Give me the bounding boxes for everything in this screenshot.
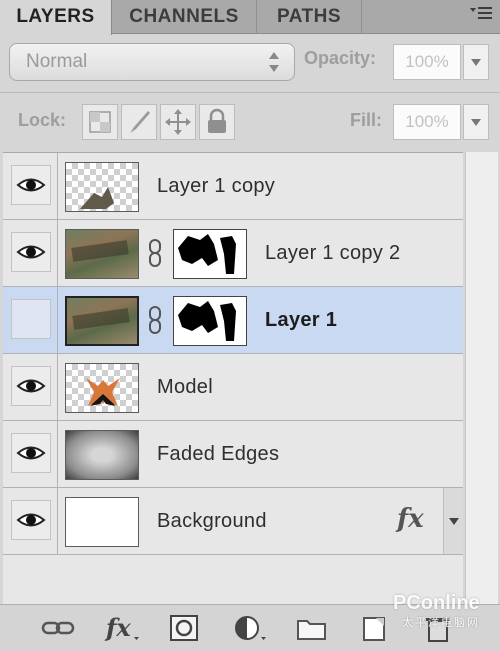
layer-thumbnail [65,296,139,346]
visibility-toggle[interactable] [3,488,58,554]
padlock-icon [208,108,226,133]
add-layer-mask-icon[interactable] [166,613,202,643]
lock-position-button[interactable] [160,104,196,140]
layer-name[interactable]: Layer 1 [265,287,337,353]
up-down-arrows-icon [269,52,279,72]
mask-shape [178,234,236,274]
svg-text:fx: fx [104,613,131,642]
blend-mode-select[interactable]: Normal [9,43,295,81]
add-layer-style-icon[interactable]: fx [104,613,140,643]
layers-scrollbar[interactable] [465,152,498,604]
opacity-field[interactable]: 100% [393,44,461,80]
panel-menu-icon[interactable] [466,4,496,30]
opacity-label: Opacity: [304,48,377,68]
layer-row-layer-1-copy-2[interactable]: Layer 1 copy 2 [3,220,463,287]
layer-mask-thumbnail[interactable] [173,296,247,346]
layer-name[interactable]: Model [157,354,213,420]
divider [0,92,500,93]
layer-name[interactable]: Background [157,488,267,554]
new-layer-icon[interactable] [356,613,392,643]
layer-row-faded-edges[interactable]: Faded Edges [3,421,463,488]
visibility-toggle[interactable] [3,220,58,286]
opacity-dropdown-button[interactable] [463,44,489,80]
lock-all-button[interactable] [199,104,235,140]
blend-mode-value: Normal [26,51,88,72]
layer-thumbnail [65,229,139,279]
layer-name[interactable]: Layer 1 copy [157,153,275,219]
move-arrows-icon [165,109,191,135]
eye-icon [16,245,46,259]
visibility-toggle[interactable] [3,354,58,420]
tab-layers[interactable]: LAYERS [0,0,112,35]
fill-dropdown-button[interactable] [463,104,489,140]
layer-row-model[interactable]: Model [3,354,463,421]
layer-row-layer-1-copy[interactable]: Layer 1 copy [3,153,463,220]
layer-thumbnail [65,363,139,413]
link-layers-icon[interactable] [40,613,76,643]
transparency-lock-icon [89,111,111,133]
chevron-down-icon [471,119,481,126]
mask-shape [178,301,236,341]
lock-transparent-pixels-button[interactable] [82,104,118,140]
adjustment-layer-icon[interactable] [232,613,268,643]
fill-field[interactable]: 100% [393,104,461,140]
eye-icon [16,513,46,527]
eye-icon [16,446,46,460]
layer-name[interactable]: Layer 1 copy 2 [265,220,400,286]
chain-link-icon[interactable] [147,238,163,268]
visibility-box [11,165,51,205]
layer-thumbnail [65,162,139,212]
tab-channels[interactable]: CHANNELS [112,0,257,34]
layer-name[interactable]: Faded Edges [157,421,279,487]
new-group-folder-icon[interactable] [294,613,330,643]
lock-image-pixels-button[interactable] [121,104,157,140]
fill-label: Fill: [350,110,382,130]
tab-paths[interactable]: PATHS [257,0,362,34]
visibility-toggle[interactable] [3,421,58,487]
chevron-down-icon [449,518,459,525]
layer-row-background[interactable]: Background fx [3,488,463,555]
model-figure-image [86,378,120,406]
layer-mask-thumbnail[interactable] [173,229,247,279]
visibility-box [11,500,51,540]
visibility-box-empty [11,299,51,339]
panel-tab-bar: LAYERS CHANNELS PATHS [0,0,500,35]
layer-thumbnail [65,497,139,547]
visibility-box [11,366,51,406]
watermark-brand: PConline [393,592,480,614]
chevron-down-icon [471,59,481,66]
visibility-toggle[interactable] [3,153,58,219]
visibility-box [11,232,51,272]
layer-row-layer-1[interactable]: Layer 1 [3,287,463,354]
watermark-subtitle: 太平洋电脑网 [402,617,480,629]
layer-content-image [80,187,114,209]
visibility-box [11,433,51,473]
layer-effects-icon[interactable]: fx [397,504,424,534]
chain-link-icon[interactable] [147,305,163,335]
eye-icon [16,379,46,393]
layer-thumbnail [65,430,139,480]
brush-icon [130,111,150,133]
layers-list: Layer 1 copy Layer 1 copy 2 Layer 1 Mode… [3,152,463,605]
lock-label: Lock: [18,110,67,130]
expand-effects-button[interactable] [443,488,463,554]
visibility-toggle[interactable] [3,287,58,353]
eye-icon [16,178,46,192]
